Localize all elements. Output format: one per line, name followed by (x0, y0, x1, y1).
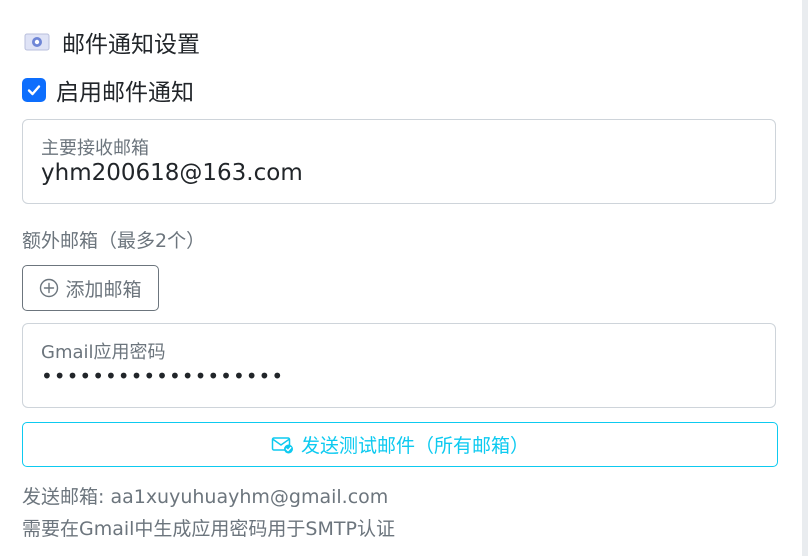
smtp-help-text: 需要在Gmail中生成应用密码用于SMTP认证 (22, 518, 395, 540)
check-icon (27, 85, 41, 96)
primary-email-label: 主要接收邮箱 (41, 138, 149, 159)
enable-label: 启用邮件通知 (56, 80, 194, 106)
send-test-email-label: 发送测试邮件（所有邮箱） (300, 435, 529, 457)
gmail-password-field[interactable]: Gmail应用密码 ••••••••••••••••••• (22, 323, 776, 408)
enable-notifications-toggle[interactable]: 启用邮件通知 (22, 74, 194, 106)
sender-email-text: 发送邮箱: aa1xuyuhuayhm@gmail.com (22, 486, 389, 508)
section-title: 邮件通知设置 (62, 32, 200, 58)
send-test-email-button[interactable]: 发送测试邮件（所有邮箱） (22, 422, 778, 467)
extra-emails-label: 额外邮箱（最多2个） (22, 230, 206, 252)
add-email-button[interactable]: 添加邮箱 (22, 265, 159, 311)
primary-email-input[interactable]: yhm200618@163.com (41, 160, 741, 186)
section-header: 邮件通知设置 (24, 26, 200, 58)
enable-checkbox[interactable] (22, 78, 46, 102)
envelope-icon (24, 32, 50, 52)
gmail-password-label: Gmail应用密码 (41, 342, 166, 363)
scrollbar-track[interactable] (802, 0, 808, 556)
plus-circle-icon (40, 278, 59, 298)
add-email-label: 添加邮箱 (65, 278, 142, 301)
primary-email-field[interactable]: 主要接收邮箱 yhm200618@163.com (22, 119, 776, 204)
envelope-check-icon (271, 436, 293, 453)
gmail-password-input[interactable]: ••••••••••••••••••• (41, 364, 741, 388)
